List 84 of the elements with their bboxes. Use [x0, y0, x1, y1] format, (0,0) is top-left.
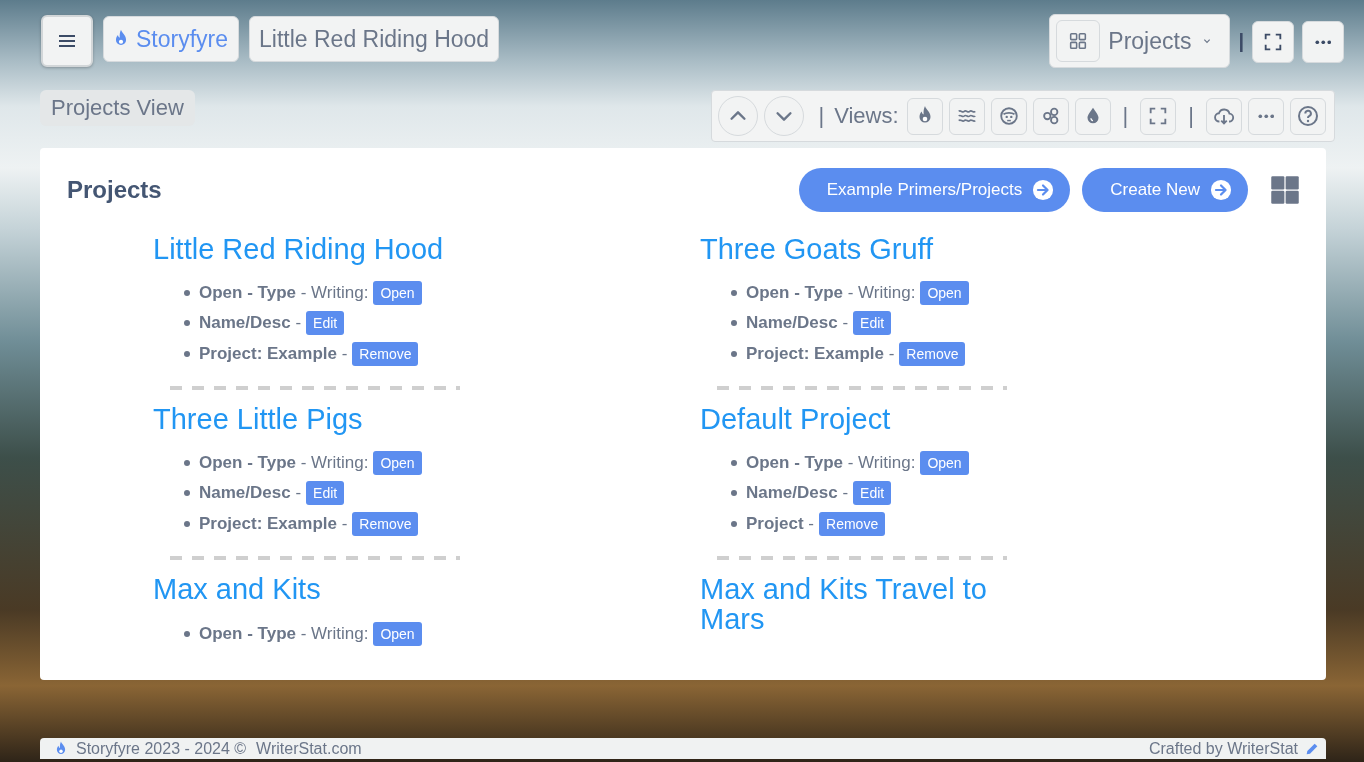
scroll-down-button[interactable] [764, 96, 805, 136]
open-button[interactable]: Open [373, 622, 422, 646]
menu-button[interactable] [41, 15, 93, 67]
divider: | [1122, 103, 1129, 129]
more-icon [1257, 113, 1275, 119]
remove-button[interactable]: Remove [899, 342, 966, 366]
bullet-icon [731, 521, 737, 527]
create-new-button[interactable]: Create New [1082, 168, 1248, 212]
open-button[interactable]: Open [373, 281, 422, 305]
bullet-icon [184, 490, 190, 496]
project-title-link[interactable]: Max and Kits Travel to Mars [700, 574, 1020, 634]
project-title-link[interactable]: Three Goats Gruff [700, 234, 1020, 264]
cloud-download-button[interactable] [1206, 97, 1242, 135]
bullet-icon [731, 460, 737, 466]
more-button[interactable] [1248, 97, 1284, 135]
arrow-right-icon [1032, 179, 1055, 201]
help-button[interactable] [1290, 97, 1326, 135]
edit-button[interactable]: Edit [853, 481, 892, 505]
help-icon [1296, 104, 1320, 128]
scroll-up-button[interactable] [718, 96, 759, 136]
row-text: Project: Example - [746, 344, 895, 364]
flame-view-button[interactable] [906, 97, 943, 135]
row-text: Name/Desc - [746, 483, 849, 503]
row-text: Name/Desc - [199, 483, 302, 503]
row-text: Open - Type - Writing: [199, 624, 369, 644]
row-text: Project: Example - [199, 514, 348, 534]
bullet-icon [184, 460, 190, 466]
bullet-icon [184, 351, 190, 357]
fullscreen-icon [1262, 31, 1284, 53]
views-label: Views: [834, 103, 899, 129]
divider: | [1188, 103, 1194, 129]
open-button[interactable]: Open [373, 451, 422, 475]
grid-button[interactable] [1056, 20, 1101, 62]
grid-icon [1270, 175, 1300, 205]
more-button[interactable] [1302, 21, 1344, 63]
waves-view-button[interactable] [948, 97, 985, 135]
open-button[interactable]: Open [920, 451, 969, 475]
view-dropdown[interactable]: Projects [1049, 14, 1231, 68]
bullet-icon [184, 290, 190, 296]
view-label: Projects View [40, 90, 195, 126]
bullet-icon [731, 490, 737, 496]
fullscreen-button[interactable] [1252, 21, 1294, 63]
project-title-link[interactable]: Max and Kits [153, 574, 473, 604]
divider: | [1238, 30, 1244, 53]
bullet-icon [184, 320, 190, 326]
bullet-icon [184, 631, 190, 637]
row-text: Open - Type - Writing: [199, 453, 369, 473]
circles-view-button[interactable] [1032, 97, 1069, 135]
panel-title: Projects [67, 176, 162, 204]
brand-button[interactable]: Storyfyre [103, 16, 240, 62]
more-icon [1314, 39, 1332, 45]
copyright-text: Storyfyre 2023 - 2024 © [76, 739, 247, 758]
row-text: Project: Example - [199, 344, 348, 364]
row-text: Open - Type - Writing: [199, 283, 369, 303]
bullet-icon [731, 320, 737, 326]
edit-button[interactable]: Edit [306, 311, 345, 335]
edit-button[interactable]: Edit [306, 481, 345, 505]
edit-button[interactable]: Edit [853, 311, 892, 335]
fullscreen-button[interactable] [1140, 97, 1177, 135]
bullet-icon [731, 351, 737, 357]
bullet-icon [731, 290, 737, 296]
project-title-link[interactable]: Three Little Pigs [153, 404, 473, 434]
face-icon [997, 105, 1020, 127]
grid-layout-button[interactable] [1270, 175, 1300, 205]
drop-view-button[interactable] [1074, 97, 1111, 135]
row-text: Name/Desc - [746, 313, 849, 333]
remove-button[interactable]: Remove [352, 342, 419, 366]
face-view-button[interactable] [990, 97, 1027, 135]
remove-button[interactable]: Remove [352, 512, 419, 536]
row-text: Name/Desc - [199, 313, 302, 333]
credit-text: Crafted by WriterStat [1148, 739, 1298, 758]
open-button[interactable]: Open [920, 281, 969, 305]
project-title-link[interactable]: Little Red Riding Hood [153, 234, 473, 264]
project-title-link[interactable]: Default Project [700, 404, 1020, 434]
arrow-right-icon [1210, 179, 1232, 201]
row-text: Project - [746, 514, 815, 534]
project-title-button[interactable]: Little Red Riding Hood [249, 16, 500, 62]
example-projects-button[interactable]: Example Primers/Projects [798, 168, 1071, 212]
row-text: Open - Type - Writing: [746, 283, 916, 303]
writerstat-link[interactable]: WriterStat.com [256, 739, 362, 758]
divider: | [818, 103, 825, 129]
remove-button[interactable]: Remove [819, 512, 886, 536]
bullet-icon [184, 521, 190, 527]
row-text: Open - Type - Writing: [746, 453, 916, 473]
